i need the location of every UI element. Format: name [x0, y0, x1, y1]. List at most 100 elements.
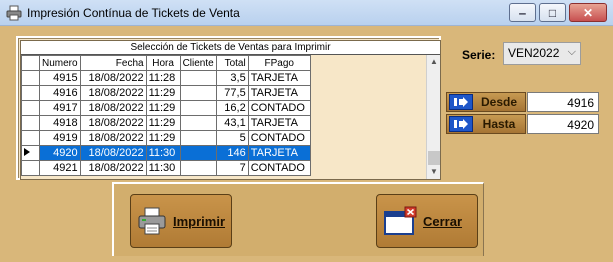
serie-label: Serie:	[462, 48, 496, 62]
tickets-grid[interactable]: Selección de Tickets de Ventas para Impr…	[20, 40, 441, 180]
scroll-up-icon[interactable]: ▲	[427, 55, 441, 69]
cell-fecha[interactable]: 18/08/2022	[79, 85, 147, 101]
table-row[interactable]: 4916 18/08/2022 11:29 77,5 TARJETA	[21, 85, 311, 101]
grid-caption: Selección de Tickets de Ventas para Impr…	[21, 41, 440, 55]
close-icon: ✕	[582, 5, 594, 20]
printer-icon	[6, 5, 22, 21]
form-body: Selección de Tickets de Ventas para Impr…	[4, 26, 609, 258]
window-title: Impresión Contínua de Tickets de Venta	[27, 6, 240, 20]
arrow-right-icon	[449, 116, 473, 132]
table-row[interactable]: 4920 18/08/2022 11:30 146 TARJETA	[21, 145, 311, 161]
grid-scrollbar[interactable]: ▲ ▼	[426, 55, 440, 179]
row-indicator[interactable]	[21, 130, 40, 146]
cell-total[interactable]: 146	[215, 145, 249, 161]
grid-panel: Selección de Tickets de Ventas para Impr…	[16, 36, 441, 180]
cell-numero[interactable]: 4919	[39, 130, 81, 146]
col-header-fpago[interactable]: FPago	[247, 55, 311, 71]
scroll-thumb[interactable]	[428, 151, 440, 165]
tickets-table[interactable]: Numero Fecha Hora Cliente Total FPago 49…	[21, 55, 311, 176]
desde-button[interactable]: Desde	[446, 92, 526, 112]
cell-fecha[interactable]: 18/08/2022	[79, 130, 147, 146]
desde-input[interactable]: 4916	[527, 92, 599, 112]
row-indicator[interactable]	[21, 115, 40, 131]
row-indicator-header	[21, 55, 40, 71]
cell-hora[interactable]: 11:30	[145, 160, 181, 176]
cell-total[interactable]: 16,2	[215, 100, 249, 116]
table-row[interactable]: 4921 18/08/2022 11:30 7 CONTADO	[21, 160, 311, 176]
cerrar-label: Cerrar	[423, 213, 463, 229]
table-row[interactable]: 4915 18/08/2022 11:28 3,5 TARJETA	[21, 70, 311, 86]
cell-hora[interactable]: 11:29	[145, 115, 181, 131]
cell-numero[interactable]: 4915	[39, 70, 81, 86]
col-header-numero[interactable]: Numero	[39, 55, 81, 71]
cell-fecha[interactable]: 18/08/2022	[79, 70, 147, 86]
cell-cliente[interactable]	[179, 130, 217, 146]
col-header-cliente[interactable]: Cliente	[179, 55, 217, 71]
row-pointer-icon	[24, 148, 30, 156]
row-indicator[interactable]	[21, 85, 40, 101]
serie-value: VEN2022	[508, 46, 560, 60]
actions-panel: Imprimir Cerrar	[112, 182, 484, 256]
cell-fecha[interactable]: 18/08/2022	[79, 115, 147, 131]
cell-fpago[interactable]: CONTADO	[247, 130, 311, 146]
minimize-button[interactable]: ‒	[509, 3, 536, 22]
print-label: Imprimir	[173, 213, 226, 229]
cell-fecha[interactable]: 18/08/2022	[79, 160, 147, 176]
cell-cliente[interactable]	[179, 115, 217, 131]
cell-numero[interactable]: 4921	[39, 160, 81, 176]
cell-cliente[interactable]	[179, 160, 217, 176]
cell-hora[interactable]: 11:29	[145, 130, 181, 146]
hasta-label: Hasta	[482, 117, 516, 131]
cell-total[interactable]: 43,1	[215, 115, 249, 131]
cell-total[interactable]: 3,5	[215, 70, 249, 86]
minimize-icon: ‒	[519, 5, 526, 20]
cell-fpago[interactable]: CONTADO	[247, 100, 311, 116]
cell-hora[interactable]: 11:29	[145, 100, 181, 116]
cell-fpago[interactable]: CONTADO	[247, 160, 311, 176]
cell-cliente[interactable]	[179, 85, 217, 101]
cell-numero[interactable]: 4918	[39, 115, 81, 131]
cell-total[interactable]: 77,5	[215, 85, 249, 101]
serie-select[interactable]: VEN2022 ⌵	[503, 42, 581, 65]
title-bar[interactable]: Impresión Contínua de Tickets de Venta ‒…	[0, 0, 613, 26]
cell-hora[interactable]: 11:28	[145, 70, 181, 86]
scroll-down-icon[interactable]: ▼	[427, 165, 441, 179]
cell-cliente[interactable]	[179, 70, 217, 86]
cell-cliente[interactable]	[179, 145, 217, 161]
maximize-icon: □	[548, 5, 557, 20]
col-header-fecha[interactable]: Fecha	[79, 55, 147, 71]
cell-numero[interactable]: 4920	[39, 145, 81, 161]
table-row[interactable]: 4918 18/08/2022 11:29 43,1 TARJETA	[21, 115, 311, 131]
cell-total[interactable]: 7	[215, 160, 249, 176]
desde-label: Desde	[480, 95, 518, 109]
cerrar-button[interactable]: Cerrar	[376, 194, 478, 248]
hasta-input[interactable]: 4920	[527, 114, 599, 134]
close-button[interactable]: ✕	[569, 3, 607, 22]
cell-numero[interactable]: 4916	[39, 85, 81, 101]
cell-total[interactable]: 5	[215, 130, 249, 146]
cell-cliente[interactable]	[179, 100, 217, 116]
cell-fpago[interactable]: TARJETA	[247, 145, 311, 161]
grid-header-row: Numero Fecha Hora Cliente Total FPago	[21, 55, 311, 71]
row-indicator[interactable]	[21, 145, 40, 161]
cell-fpago[interactable]: TARJETA	[247, 70, 311, 86]
chevron-down-icon: ⌵	[567, 46, 576, 58]
col-header-hora[interactable]: Hora	[145, 55, 181, 71]
cell-fecha[interactable]: 18/08/2022	[79, 145, 147, 161]
printer-icon	[138, 207, 166, 235]
cell-fecha[interactable]: 18/08/2022	[79, 100, 147, 116]
hasta-button[interactable]: Hasta	[446, 114, 526, 134]
row-indicator[interactable]	[21, 70, 40, 86]
cell-fpago[interactable]: TARJETA	[247, 85, 311, 101]
cell-hora[interactable]: 11:30	[145, 145, 181, 161]
maximize-button[interactable]: □	[539, 3, 566, 22]
cell-numero[interactable]: 4917	[39, 100, 81, 116]
col-header-total[interactable]: Total	[215, 55, 249, 71]
row-indicator[interactable]	[21, 100, 40, 116]
row-indicator[interactable]	[21, 160, 40, 176]
table-row[interactable]: 4919 18/08/2022 11:29 5 CONTADO	[21, 130, 311, 146]
table-row[interactable]: 4917 18/08/2022 11:29 16,2 CONTADO	[21, 100, 311, 116]
print-button[interactable]: Imprimir	[130, 194, 232, 248]
cell-fpago[interactable]: TARJETA	[247, 115, 311, 131]
cell-hora[interactable]: 11:29	[145, 85, 181, 101]
